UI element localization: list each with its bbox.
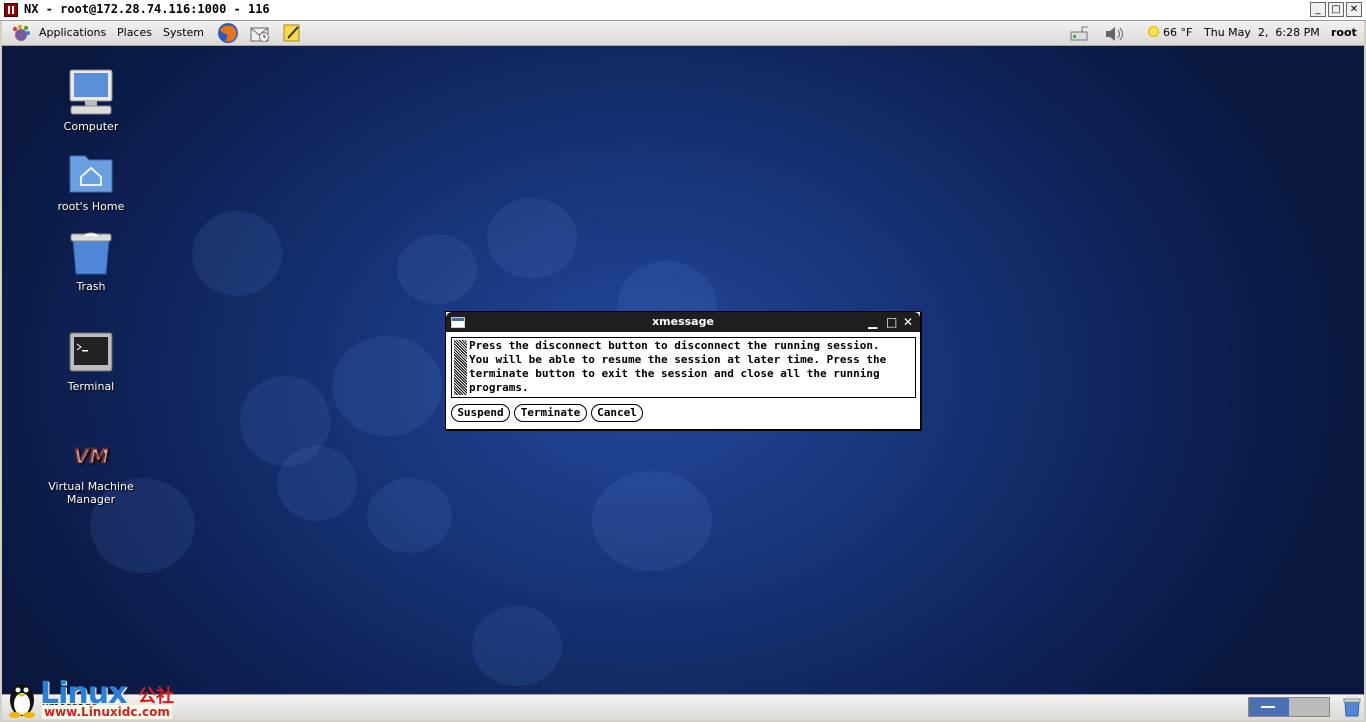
computer-icon	[69, 69, 113, 115]
user-menu[interactable]: root	[1331, 26, 1357, 39]
scrollbar[interactable]	[454, 340, 467, 395]
gnome-foot-icon	[12, 24, 30, 41]
desktop-icon-label: Virtual Machine Manager	[48, 480, 134, 506]
desktop-icon-trash[interactable]: Trash	[26, 230, 156, 293]
xmessage-text-area: Press the disconnect button to disconnec…	[451, 337, 916, 398]
workspace-2[interactable]	[1289, 698, 1329, 716]
sun-icon	[1148, 26, 1159, 37]
desktop-icon-computer[interactable]: Computer	[26, 68, 156, 133]
nx-app-icon	[4, 3, 18, 17]
xmessage-dialog: xmessage ▁ □ ✕ Press the disconnect butt…	[445, 311, 921, 430]
close-icon[interactable]: ✕	[903, 312, 913, 332]
desktop-icon-home[interactable]: root's Home	[26, 150, 156, 213]
tux-penguin-icon	[9, 684, 35, 718]
xmessage-titlebar[interactable]: xmessage ▁ □ ✕	[446, 312, 920, 332]
desktop-icon-label: Computer	[63, 120, 119, 133]
evolution-icon[interactable]	[248, 22, 272, 44]
desktop-icon-label: root's Home	[57, 200, 125, 213]
desktop-icon-virt-manager[interactable]: VM Virtual Machine Manager	[26, 436, 156, 507]
nx-minimize-button[interactable]: _	[1310, 2, 1326, 17]
nx-window-titlebar[interactable]: NX - root@172.28.74.116:1000 - 116 _ □ ✕	[0, 0, 1366, 21]
terminate-button[interactable]: Terminate	[514, 404, 587, 422]
bottom-panel: xmessage	[2, 694, 1364, 720]
applications-menu[interactable]: Applications	[39, 26, 106, 39]
xmessage-text: Press the disconnect button to disconnec…	[469, 339, 887, 394]
svg-text:VM: VM	[73, 444, 108, 468]
home-folder-icon	[69, 155, 113, 193]
workspace-switcher	[1248, 697, 1330, 717]
terminal-icon	[69, 332, 113, 372]
trash-icon	[70, 232, 112, 275]
weather-temperature[interactable]: 66 °F	[1163, 26, 1192, 39]
maximize-icon[interactable]: □	[886, 312, 897, 332]
network-icon[interactable]	[1068, 24, 1092, 44]
watermark-url: www.Linuxidc.com	[42, 705, 172, 719]
window-icon[interactable]	[451, 317, 465, 328]
trash-applet-icon[interactable]	[1342, 697, 1362, 717]
cancel-button[interactable]: Cancel	[591, 404, 643, 422]
xmessage-title: xmessage	[652, 315, 714, 328]
vmm-icon: VM	[73, 444, 109, 469]
suspend-button[interactable]: Suspend	[451, 404, 510, 422]
desktop-icon-label: Trash	[76, 280, 106, 293]
watermark: Linux 公社 www.Linuxidc.com	[6, 676, 181, 722]
notes-icon[interactable]	[280, 22, 304, 44]
nx-close-button[interactable]: ✕	[1346, 2, 1362, 17]
top-panel: Applications Places System 66 °F Thu May…	[2, 21, 1364, 46]
minimize-icon[interactable]: ▁	[868, 312, 877, 332]
desktop-icon-label: Terminal	[67, 380, 115, 393]
desktop-icon-terminal[interactable]: Terminal	[26, 330, 156, 393]
system-menu[interactable]: System	[163, 26, 204, 39]
nx-window-title: NX - root@172.28.74.116:1000 - 116	[24, 2, 270, 16]
workspace-1[interactable]	[1249, 698, 1289, 716]
volume-icon[interactable]	[1103, 24, 1127, 44]
places-menu[interactable]: Places	[117, 26, 152, 39]
clock[interactable]: Thu May 2, 6:28 PM	[1204, 26, 1320, 39]
nx-maximize-button[interactable]: □	[1328, 2, 1344, 17]
firefox-icon[interactable]	[216, 22, 240, 44]
